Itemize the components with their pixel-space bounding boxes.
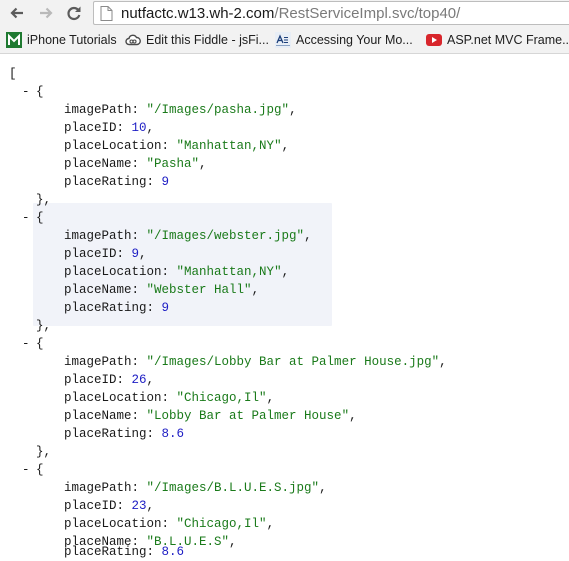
reload-icon xyxy=(67,6,81,21)
json-string-value: "Lobby Bar at Palmer House" xyxy=(146,409,350,423)
json-key: placeRating: xyxy=(64,427,155,441)
json-row-placerating: placeRating: 8.6 xyxy=(64,543,184,561)
asp-net-icon xyxy=(275,32,291,48)
collapse-toggle[interactable]: - xyxy=(22,209,30,227)
json-row-imagepath: imagePath: "/Images/webster.jpg", xyxy=(64,229,312,243)
json-string-value: "Chicago,Il" xyxy=(176,391,267,405)
collapse-toggle[interactable]: - xyxy=(22,335,30,353)
json-key: placeName: xyxy=(64,409,140,423)
json-row-placerating: placeRating: 9 xyxy=(64,173,169,191)
json-string-value: "Manhattan,NY" xyxy=(176,139,282,153)
json-number-value: 9 xyxy=(131,247,140,261)
arrow-left-icon xyxy=(10,7,23,19)
bookmark-label: Accessing Your Mo... xyxy=(296,33,413,47)
json-row-placerating: placeRating: 8.6 xyxy=(64,425,184,443)
json-string-value: "/Images/pasha.jpg" xyxy=(146,103,290,117)
bookmark-accessing-your-mo[interactable]: Accessing Your Mo... xyxy=(275,31,413,49)
json-row-placename: placeName: "Webster Hall", xyxy=(64,283,260,297)
json-row-imagepath: imagePath: "/Images/pasha.jpg", xyxy=(64,103,297,117)
forward-button[interactable] xyxy=(35,2,57,24)
json-string-value: "/Images/webster.jpg" xyxy=(146,229,305,243)
json-row-placeid: placeID: 26, xyxy=(64,373,155,387)
json-key: imagePath: xyxy=(64,355,140,369)
json-row-placeid: placeID: 23, xyxy=(64,499,155,513)
back-button[interactable] xyxy=(6,2,28,24)
json-string-value: "Pasha" xyxy=(146,157,200,171)
json-number-value: 8.6 xyxy=(161,427,185,441)
json-string-value: "/Images/B.L.U.E.S.jpg" xyxy=(146,481,320,495)
json-key: placeID: xyxy=(64,121,125,135)
json-object-open: { xyxy=(36,85,44,99)
json-object-open: { xyxy=(36,463,44,477)
json-open-bracket: [ xyxy=(9,67,17,81)
json-string-value: "Webster Hall" xyxy=(146,283,252,297)
arrow-right-icon xyxy=(40,7,53,19)
json-key: imagePath: xyxy=(64,229,140,243)
json-key: placeLocation: xyxy=(64,391,170,405)
json-key: placeID: xyxy=(64,499,125,513)
json-key: placeRating: xyxy=(64,545,155,559)
bookmarks-bar: iPhone Tutorials Edit this Fiddle - jsFi… xyxy=(0,27,569,54)
green-m-icon xyxy=(6,32,22,48)
collapse-toggle[interactable]: - xyxy=(22,461,30,479)
page-icon xyxy=(100,6,113,21)
bookmark-edit-fiddle[interactable]: Edit this Fiddle - jsFi... xyxy=(125,31,269,49)
json-key: placeLocation: xyxy=(64,139,170,153)
json-number-value: 9 xyxy=(161,301,170,315)
browser-toolbar: nutfactc.w13.wh-2.com/RestServiceImpl.sv… xyxy=(0,0,569,27)
json-key: placeRating: xyxy=(64,301,155,315)
json-string-value: "Manhattan,NY" xyxy=(176,265,282,279)
json-number-value: 8.6 xyxy=(161,545,185,559)
json-object-close: }, xyxy=(36,319,52,333)
json-row-placelocation: placeLocation: "Chicago,Il", xyxy=(64,391,275,405)
json-row-imagepath: imagePath: "/Images/Lobby Bar at Palmer … xyxy=(64,355,447,369)
json-row-placelocation: placeLocation: "Manhattan,NY", xyxy=(64,265,290,279)
url-host: nutfactc.w13.wh-2.com xyxy=(121,5,275,22)
bookmark-iphone-tutorials[interactable]: iPhone Tutorials xyxy=(6,31,117,49)
json-object-close: }, xyxy=(36,445,52,459)
json-row-placelocation: placeLocation: "Manhattan,NY", xyxy=(64,139,290,153)
json-row-placename: placeName: "Pasha", xyxy=(64,157,207,171)
json-row-placename: placeName: "Lobby Bar at Palmer House", xyxy=(64,409,357,423)
bookmark-label: Edit this Fiddle - jsFi... xyxy=(146,33,269,47)
json-number-value: 23 xyxy=(131,499,147,513)
bookmark-label: iPhone Tutorials xyxy=(27,33,117,47)
json-key: placeLocation: xyxy=(64,517,170,531)
json-string-value: "/Images/Lobby Bar at Palmer House.jpg" xyxy=(146,355,440,369)
json-row-placelocation: placeLocation: "Chicago,Il", xyxy=(64,517,275,531)
json-key: imagePath: xyxy=(64,103,140,117)
json-key: placeName: xyxy=(64,283,140,297)
json-key: placeID: xyxy=(64,373,125,387)
bookmark-label: ASP.net MVC Frame... xyxy=(447,33,569,47)
json-number-value: 26 xyxy=(131,373,147,387)
json-key: placeRating: xyxy=(64,175,155,189)
json-number-value: 10 xyxy=(131,121,147,135)
bookmark-asp-net-mvc[interactable]: ASP.net MVC Frame... xyxy=(426,31,569,49)
json-key: placeLocation: xyxy=(64,265,170,279)
json-object-open: { xyxy=(36,211,44,225)
reload-button[interactable] xyxy=(63,2,85,24)
json-string-value: "Chicago,Il" xyxy=(176,517,267,531)
json-object-open: { xyxy=(36,337,44,351)
address-bar[interactable]: nutfactc.w13.wh-2.com/RestServiceImpl.sv… xyxy=(93,1,569,25)
collapse-toggle[interactable]: - xyxy=(22,83,30,101)
json-object-close: }, xyxy=(36,193,52,207)
json-key: placeName: xyxy=(64,157,140,171)
url-text[interactable]: nutfactc.w13.wh-2.com/RestServiceImpl.sv… xyxy=(121,4,460,23)
json-row-placerating: placeRating: 9 xyxy=(64,299,169,317)
json-viewer: [ - { imagePath: "/Images/pasha.jpg", pl… xyxy=(0,54,569,559)
json-key: placeID: xyxy=(64,247,125,261)
json-row-placeid: placeID: 9, xyxy=(64,247,147,261)
json-row-placeid: placeID: 10, xyxy=(64,121,155,135)
json-row-imagepath: imagePath: "/Images/B.L.U.E.S.jpg", xyxy=(64,481,327,495)
url-path: /RestServiceImpl.svc/top40/ xyxy=(274,5,461,22)
youtube-icon xyxy=(426,34,442,46)
json-key: imagePath: xyxy=(64,481,140,495)
json-number-value: 9 xyxy=(161,175,170,189)
cloud-icon xyxy=(125,34,141,46)
